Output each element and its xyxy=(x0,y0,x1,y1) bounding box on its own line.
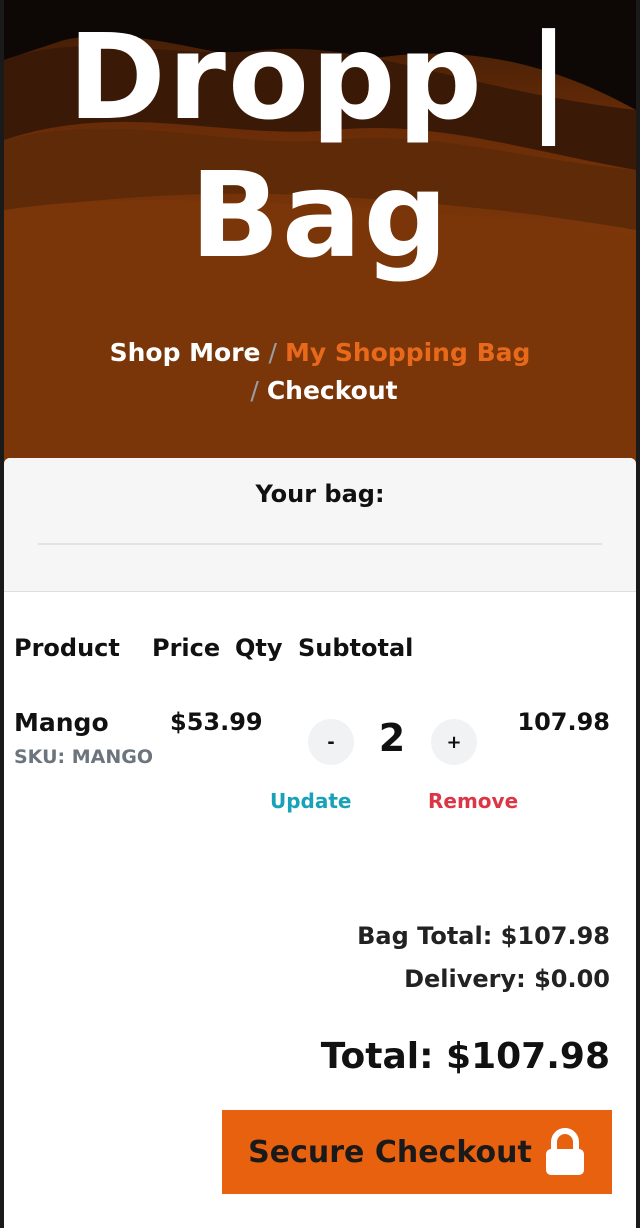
bag-card-header: Your bag: xyxy=(4,458,636,592)
hero-banner: Dropp | Bag Shop More / My Shopping Bag / C… xyxy=(4,0,636,470)
grand-total: Total: $107.98 xyxy=(320,1036,610,1077)
secure-checkout-label: Secure Checkout xyxy=(248,1134,532,1170)
update-link[interactable]: Update xyxy=(270,789,352,813)
secure-checkout-button[interactable]: Secure Checkout xyxy=(222,1110,612,1194)
breadcrumb-my-shopping-bag[interactable]: My Shopping Bag xyxy=(285,338,530,367)
breadcrumb-checkout[interactable]: Checkout xyxy=(267,376,398,405)
page-title-line2: Bag xyxy=(189,146,451,284)
app-frame: Dropp | Bag Shop More / My Shopping Bag / C… xyxy=(0,0,640,1228)
column-header-product: Product xyxy=(14,634,120,662)
remove-link[interactable]: Remove xyxy=(428,789,518,813)
bag-total: Bag Total: $107.98 xyxy=(357,922,610,950)
delivery-cost: Delivery: $0.00 xyxy=(404,965,610,993)
column-header-subtotal: Subtotal xyxy=(298,634,414,662)
product-sku: SKU: MANGO xyxy=(14,746,153,768)
header-divider xyxy=(38,543,602,545)
product-subtotal: 107.98 xyxy=(517,708,610,736)
quantity-increase-button[interactable]: + xyxy=(431,719,477,765)
breadcrumb-separator: / xyxy=(268,338,277,367)
bag-card: Your bag: Product Price Qty Subtotal Man… xyxy=(4,458,636,1228)
product-price: $53.99 xyxy=(170,708,263,736)
column-header-qty: Qty xyxy=(235,634,283,662)
lock-icon xyxy=(544,1128,586,1176)
breadcrumb-separator: / xyxy=(250,376,259,405)
quantity-value: 2 xyxy=(378,716,406,760)
breadcrumb-shop-more[interactable]: Shop More xyxy=(110,338,261,367)
quantity-decrease-button[interactable]: - xyxy=(308,719,354,765)
product-name: Mango xyxy=(14,708,109,737)
column-header-price: Price xyxy=(152,634,221,662)
bag-title: Your bag: xyxy=(255,480,385,508)
page-title: Dropp | Bag xyxy=(4,8,636,284)
page-title-line1: Dropp | xyxy=(67,8,573,146)
breadcrumb: Shop More / My Shopping Bag / Checkout xyxy=(64,334,576,410)
